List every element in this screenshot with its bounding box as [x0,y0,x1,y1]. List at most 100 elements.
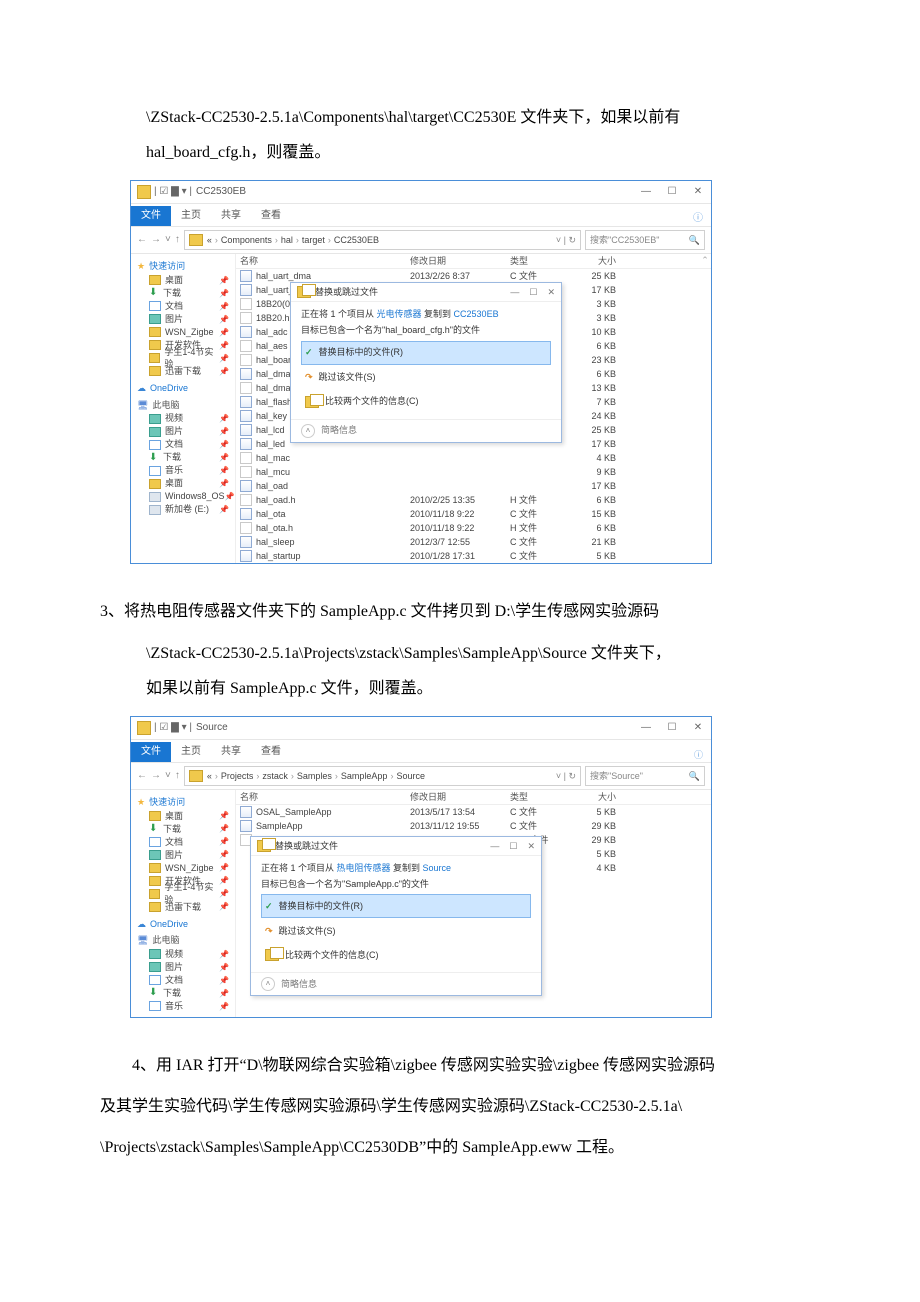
para-3-line-3: 如果以前有 SampleApp.c 文件，则覆盖。 [100,671,820,706]
search-input[interactable]: 搜索"Source" 🔍 [585,766,705,786]
nav-item[interactable]: 桌面 📌 [135,477,231,490]
table-row[interactable]: hal_mac 4 KB [236,451,711,465]
minimize-button[interactable]: — [639,185,653,199]
close-button[interactable]: ✕ [691,185,705,199]
nav-up[interactable]: ↑ [175,233,180,247]
nav-onedrive[interactable]: ☁OneDrive [137,382,231,395]
nav-item[interactable]: 学生1-4节实验 📌 [135,888,231,901]
ribbon-tab-file[interactable]: 文件 [131,206,171,226]
nav-back[interactable]: ← [137,233,147,247]
scroll-up-icon[interactable]: ⌃ [699,254,711,267]
nav-back[interactable]: ← [137,769,147,783]
ribbon-tab-share[interactable]: 共享 [211,206,251,226]
ribbon-tab-share[interactable]: 共享 [211,742,251,762]
nav-fwd[interactable]: → [151,769,161,783]
nav-item[interactable]: ⬇下载 📌 [135,451,231,464]
option-compare[interactable]: 比较两个文件的信息(C) [301,391,551,413]
dialog-message-2: 目标已包含一个名为"hal_board_cfg.h"的文件 [301,324,551,337]
nav-item[interactable]: 文档 📌 [135,300,231,313]
table-row[interactable]: hal_oad 17 KB [236,479,711,493]
search-input[interactable]: 搜索"CC2530EB" 🔍 [585,230,705,250]
nav-item[interactable]: ⬇下载 📌 [135,987,231,1000]
nav-recent[interactable]: ˅ [165,233,171,247]
ribbon-tab-view[interactable]: 查看 [251,742,291,762]
table-row[interactable]: hal_startup 2010/1/28 17:31 C 文件 5 KB [236,549,711,563]
nav-item[interactable]: 图片 📌 [135,849,231,862]
nav-item[interactable]: WSN_Zigbe 📌 [135,862,231,875]
nav-item[interactable]: 桌面 📌 [135,274,231,287]
dialog-details-toggle[interactable]: ˄简略信息 [291,419,561,442]
ribbon-tab-view[interactable]: 查看 [251,206,291,226]
nav-item[interactable]: 图片 📌 [135,961,231,974]
table-row[interactable]: OSAL_SampleApp 2013/5/17 13:54 C 文件 5 KB [236,805,711,819]
nav-item[interactable]: 文档 📌 [135,438,231,451]
file-icon [240,312,252,324]
table-row[interactable]: hal_oad.h 2010/2/25 13:35 H 文件 6 KB [236,493,711,507]
option-replace[interactable]: ✓替换目标中的文件(R) [261,894,531,918]
nav-fwd[interactable]: → [151,233,161,247]
dialog-title: 替换或跳过文件 [275,840,490,853]
file-icon [240,354,252,366]
nav-item[interactable]: WSN_Zigbe 📌 [135,326,231,339]
copy-icon [297,286,311,298]
nav-item[interactable]: 视频 📌 [135,948,231,961]
nav-item[interactable]: 学生1-4节实验 📌 [135,352,231,365]
dialog-max-button[interactable]: ☐ [509,840,517,853]
nav-thispc[interactable]: 🖥此电脑 [137,934,231,947]
nav-item[interactable]: 视频 📌 [135,412,231,425]
option-compare[interactable]: 比较两个文件的信息(C) [261,944,531,966]
nav-item[interactable]: ⬇下载 📌 [135,287,231,300]
nav-item[interactable]: ⬇下载 📌 [135,823,231,836]
nav-item[interactable]: 音乐 📌 [135,1000,231,1013]
ribbon-help[interactable]: ⓘ [694,749,711,762]
maximize-button[interactable]: ☐ [665,721,679,735]
table-row[interactable]: hal_ota.h 2010/11/18 9:22 H 文件 6 KB [236,521,711,535]
table-row[interactable]: SampleApp 2013/11/12 19:55 C 文件 29 KB [236,819,711,833]
ribbon-help[interactable]: ⓘ [693,212,711,226]
table-row[interactable]: hal_ota 2010/11/18 9:22 C 文件 15 KB [236,507,711,521]
nav-item[interactable]: 桌面 📌 [135,810,231,823]
option-skip[interactable]: ↷跳过该文件(S) [301,367,551,389]
nav-item[interactable]: 新加卷 (E:) 📌 [135,503,231,516]
nav-up[interactable]: ↑ [175,769,180,783]
nav-onedrive[interactable]: ☁OneDrive [137,918,231,931]
table-row[interactable]: hal_sleep 2012/3/7 12:55 C 文件 21 KB [236,535,711,549]
nav-thispc[interactable]: 🖥此电脑 [137,399,231,412]
dialog-min-button[interactable]: — [490,840,499,853]
dialog-max-button[interactable]: ☐ [529,286,537,299]
nav-item[interactable]: Windows8_OS 📌 [135,490,231,503]
dialog-message-1: 正在将 1 个项目从 热电阻传感器 复制到 Source [261,862,531,875]
column-headers[interactable]: 名称 修改日期 类型 大小 [236,790,711,805]
nav-item[interactable]: 图片 📌 [135,313,231,326]
dialog-close-button[interactable]: ✕ [547,286,555,299]
ribbon-tab-home[interactable]: 主页 [171,206,211,226]
nav-item[interactable]: 文档 📌 [135,974,231,987]
nav-recent[interactable]: ˅ [165,769,171,783]
para-4-line-3: \Projects\zstack\Samples\SampleApp\CC253… [100,1130,820,1165]
breadcrumb[interactable]: «› Components› hal› target› CC2530EB ˅ |… [184,230,581,250]
nav-item[interactable]: 文档 📌 [135,836,231,849]
file-icon [240,298,252,310]
minimize-button[interactable]: — [639,721,653,735]
nav-quick-access[interactable]: ★快速访问 [137,260,231,273]
ribbon-tab-home[interactable]: 主页 [171,742,211,762]
nav-quick-access[interactable]: ★快速访问 [137,796,231,809]
option-replace[interactable]: ✓替换目标中的文件(R) [301,341,551,365]
dialog-details-toggle[interactable]: ˄简略信息 [251,972,541,995]
nav-item[interactable]: 图片 📌 [135,425,231,438]
dialog-min-button[interactable]: — [510,286,519,299]
close-button[interactable]: ✕ [691,721,705,735]
dialog-title: 替换或跳过文件 [315,286,510,299]
refresh-icon[interactable]: ˅ | ↻ [556,234,576,247]
ribbon-tab-file[interactable]: 文件 [131,742,171,762]
para-1-line-1: \ZStack-CC2530-2.5.1a\Components\hal\tar… [100,100,820,135]
table-row[interactable]: hal_mcu 9 KB [236,465,711,479]
maximize-button[interactable]: ☐ [665,185,679,199]
file-list: 名称 修改日期 类型 大小 OSAL_SampleApp 2013/5/17 1… [236,790,711,1017]
table-row[interactable]: hal_uart_dma 2013/2/26 8:37 C 文件 25 KB [236,269,711,283]
breadcrumb[interactable]: «› Projects› zstack› Samples› SampleApp›… [184,766,581,786]
dialog-close-button[interactable]: ✕ [527,840,535,853]
column-headers[interactable]: 名称 修改日期 类型 大小 [236,254,711,269]
nav-item[interactable]: 音乐 📌 [135,464,231,477]
option-skip[interactable]: ↷跳过该文件(S) [261,920,531,942]
